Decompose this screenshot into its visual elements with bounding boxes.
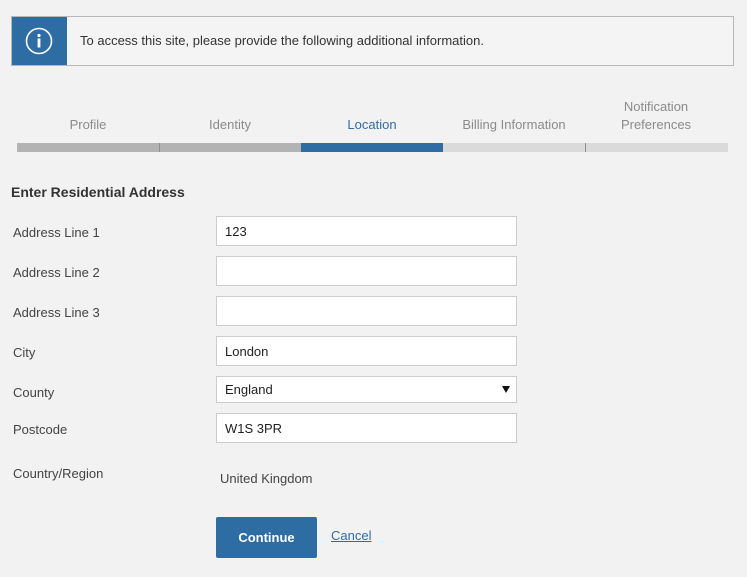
step-profile: Profile — [17, 96, 159, 152]
info-banner: To access this site, please provide the … — [11, 16, 734, 66]
step-location: Location — [301, 96, 443, 152]
step-divider — [585, 143, 586, 152]
step-bar — [443, 143, 585, 152]
country-region-label: Country/Region — [13, 466, 104, 481]
info-icon — [25, 27, 53, 55]
dropdown-arrow-icon — [502, 386, 510, 393]
step-label: Billing Information — [462, 117, 566, 132]
address-line-2-input[interactable] — [216, 256, 517, 286]
address-line-1-label: Address Line 1 — [13, 225, 100, 240]
postcode-input[interactable] — [216, 413, 517, 443]
step-bar — [585, 143, 728, 152]
city-label: City — [13, 345, 36, 360]
continue-button[interactable]: Continue — [216, 517, 317, 558]
info-icon-box — [12, 17, 67, 65]
step-divider — [159, 143, 160, 152]
address-line-1-input[interactable] — [216, 216, 517, 246]
country-region-value: United Kingdom — [220, 471, 313, 486]
county-select[interactable]: England — [216, 376, 517, 403]
city-input[interactable] — [216, 336, 517, 366]
step-identity: Identity — [159, 96, 301, 152]
address-line-3-input[interactable] — [216, 296, 517, 326]
step-label: Profile — [69, 117, 107, 132]
step-label: Notification Preferences — [620, 99, 692, 132]
progress-steps: Profile Identity Location Billing Inform… — [17, 96, 728, 152]
county-label: County — [13, 385, 55, 400]
step-bar — [17, 143, 159, 152]
county-selected-value: England — [225, 382, 273, 397]
postcode-label: Postcode — [13, 422, 68, 437]
cancel-link[interactable]: Cancel — [331, 528, 371, 543]
address-line-3-label: Address Line 3 — [13, 305, 100, 320]
form-title: Enter Residential Address — [11, 184, 185, 200]
step-label: Identity — [209, 117, 251, 132]
banner-message: To access this site, please provide the … — [80, 33, 484, 48]
step-bar — [301, 143, 443, 152]
step-billing-information: Billing Information — [443, 96, 585, 152]
step-bar — [159, 143, 301, 152]
step-notification-preferences: Notification Preferences — [585, 96, 728, 152]
address-line-2-label: Address Line 2 — [13, 265, 100, 280]
step-label: Location — [347, 117, 397, 132]
